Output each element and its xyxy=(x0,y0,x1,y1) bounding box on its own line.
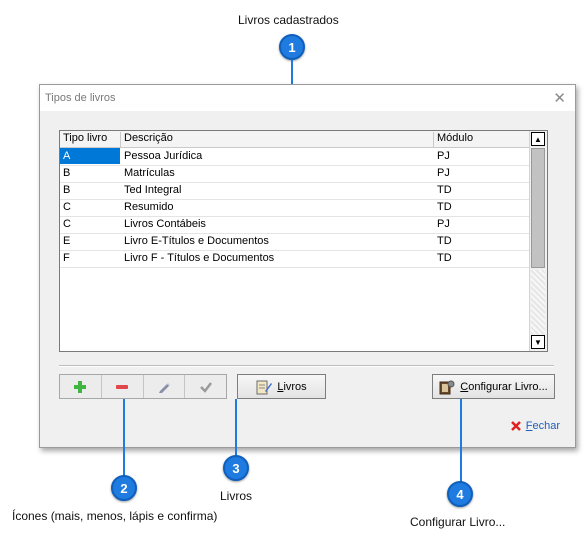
check-icon xyxy=(199,381,212,393)
grid-header: Tipo livro Descrição Módulo xyxy=(60,131,530,148)
cell-tipo-livro[interactable]: C xyxy=(63,218,71,230)
cell-descricao[interactable]: Matrículas xyxy=(124,167,175,179)
cell-tipo-livro[interactable]: C xyxy=(63,201,71,213)
scroll-up-arrow-icon[interactable]: ▲ xyxy=(531,132,545,146)
cell-descricao[interactable]: Livro F - Títulos e Documentos xyxy=(124,252,274,264)
divider xyxy=(59,365,554,367)
column-header-tipo-livro[interactable]: Tipo livro xyxy=(63,132,107,147)
cell-descricao[interactable]: Pessoa Jurídica xyxy=(124,150,202,162)
book-gear-icon xyxy=(439,380,455,394)
annotation-1-caption: Livros cadastrados xyxy=(238,13,339,27)
remove-button[interactable] xyxy=(102,375,144,398)
table-row[interactable]: B Ted Integral TD xyxy=(60,182,530,200)
fechar-label: Fechar xyxy=(525,420,560,432)
add-button[interactable] xyxy=(60,375,102,398)
cell-descricao[interactable]: Resumido xyxy=(124,201,174,213)
column-header-modulo[interactable]: Módulo xyxy=(437,132,473,147)
configurar-livro-button-label: Configurar Livro... xyxy=(460,380,548,393)
close-red-icon xyxy=(510,421,521,431)
book-pencil-icon xyxy=(256,380,273,394)
scrollbar-thumb[interactable] xyxy=(531,148,545,268)
column-header-descricao[interactable]: Descrição xyxy=(124,132,173,147)
table-row[interactable]: A Pessoa Jurídica PJ xyxy=(60,148,530,166)
annotation-2-pointer xyxy=(123,399,125,476)
cell-modulo[interactable]: TD xyxy=(437,252,452,264)
cell-descricao[interactable]: Ted Integral xyxy=(124,184,181,196)
title-bar: Tipos de livros ✕ xyxy=(40,85,575,111)
annotation-1-badge: 1 xyxy=(279,34,305,60)
annotation-4-pointer xyxy=(460,399,462,482)
scrollbar-track[interactable] xyxy=(531,270,545,334)
window-close-icon[interactable]: ✕ xyxy=(553,89,566,107)
cell-descricao[interactable]: Livro E-Títulos e Documentos xyxy=(124,235,269,247)
fechar-link[interactable]: Fechar xyxy=(510,420,560,432)
configurar-livro-button[interactable]: Configurar Livro... xyxy=(432,374,555,399)
cell-modulo[interactable]: TD xyxy=(437,184,452,196)
livros-button-label: Livros xyxy=(277,380,307,393)
plus-icon xyxy=(74,380,87,393)
annotation-2-badge: 2 xyxy=(111,475,137,501)
table-row[interactable]: E Livro E-Títulos e Documentos TD xyxy=(60,233,530,251)
cell-modulo[interactable]: PJ xyxy=(437,218,450,230)
confirm-button[interactable] xyxy=(185,375,226,398)
column-separator[interactable] xyxy=(433,132,434,147)
cell-tipo-livro[interactable]: A xyxy=(60,148,120,164)
column-separator[interactable] xyxy=(120,132,121,147)
annotation-3-caption: Livros xyxy=(220,489,253,503)
livros-grid[interactable]: Tipo livro Descrição Módulo A Pessoa Jur… xyxy=(59,130,548,352)
table-row[interactable]: F Livro F - Títulos e Documentos TD xyxy=(60,250,530,268)
cell-modulo[interactable]: PJ xyxy=(437,167,450,179)
cell-modulo[interactable]: TD xyxy=(437,201,452,213)
cell-tipo-livro[interactable]: F xyxy=(63,252,70,264)
cell-tipo-livro[interactable]: E xyxy=(63,235,70,247)
cell-tipo-livro[interactable]: B xyxy=(63,184,70,196)
tipos-de-livros-dialog: Tipos de livros ✕ Tipo livro Descrição M… xyxy=(39,84,576,448)
vertical-scrollbar[interactable]: ▲ ▼ xyxy=(529,131,547,351)
edit-button[interactable] xyxy=(144,375,186,398)
annotation-2-caption: Ícones (mais, menos, lápis e confirma) xyxy=(12,509,218,523)
cell-tipo-livro[interactable]: B xyxy=(63,167,70,179)
scroll-down-arrow-icon[interactable]: ▼ xyxy=(531,335,545,349)
window-title: Tipos de livros xyxy=(45,92,116,104)
annotation-4-caption: Configurar Livro... xyxy=(410,515,506,529)
annotation-3-pointer xyxy=(235,399,237,456)
cell-modulo[interactable]: TD xyxy=(437,235,452,247)
annotation-4-badge: 4 xyxy=(447,481,473,507)
minus-icon xyxy=(116,384,129,389)
table-row[interactable]: C Livros Contábeis PJ xyxy=(60,216,530,234)
pencil-icon xyxy=(158,382,170,393)
icon-toolbar xyxy=(59,374,227,399)
table-row[interactable]: C Resumido TD xyxy=(60,199,530,217)
cell-modulo[interactable]: PJ xyxy=(437,150,450,162)
cell-descricao[interactable]: Livros Contábeis xyxy=(124,218,206,230)
annotation-3-badge: 3 xyxy=(223,455,249,481)
table-row[interactable]: B Matrículas PJ xyxy=(60,165,530,183)
livros-button[interactable]: Livros xyxy=(237,374,326,399)
